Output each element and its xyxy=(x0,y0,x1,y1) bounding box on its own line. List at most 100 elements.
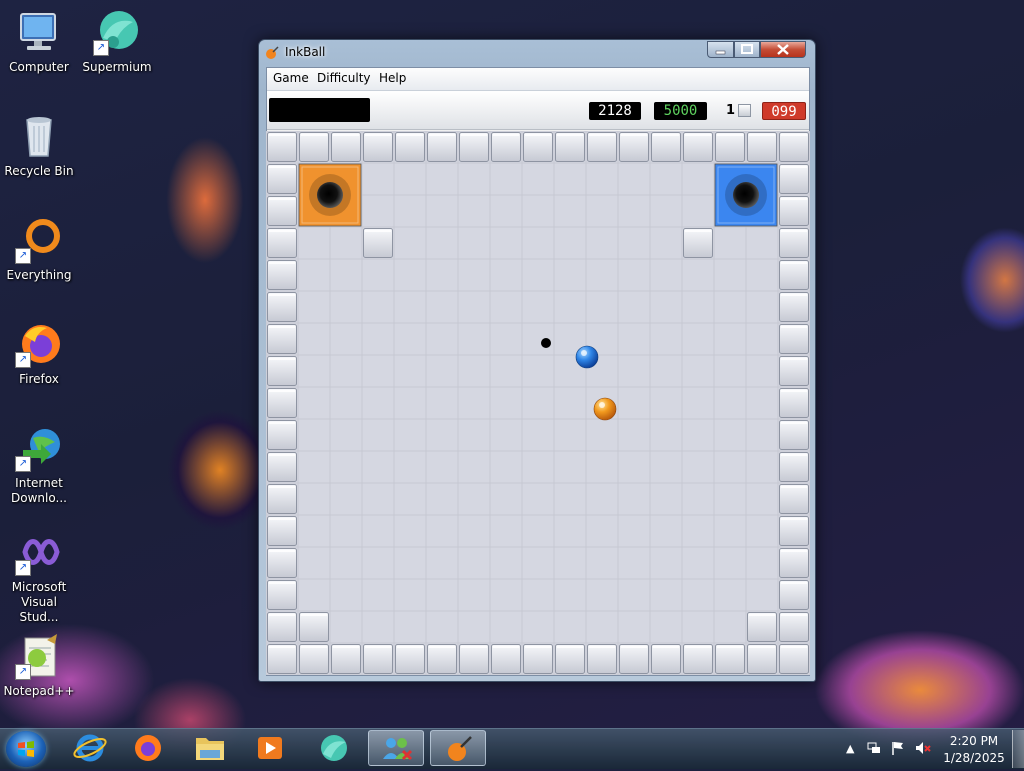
menu-game[interactable]: Game xyxy=(273,71,309,85)
wall-tile xyxy=(651,644,681,674)
wall-tile xyxy=(683,228,713,258)
wall-tile xyxy=(267,388,297,418)
inkball-window: InkBall Game Difficulty Help 2128 5000 1… xyxy=(258,39,816,682)
wall-tile xyxy=(459,132,489,162)
wall-tile xyxy=(267,516,297,546)
wall-tile xyxy=(363,644,393,674)
supermium-icon xyxy=(321,735,347,761)
shortcut-arrow-icon: ↗ xyxy=(93,40,109,56)
board-canvas[interactable] xyxy=(266,131,810,675)
shortcut-arrow-icon: ↗ xyxy=(15,248,31,264)
wall-tile xyxy=(779,548,809,578)
desktop-icon-firefox[interactable]: ↗ Firefox xyxy=(0,320,78,387)
desktop-icon-computer[interactable]: Computer xyxy=(0,8,78,75)
menu-help[interactable]: Help xyxy=(379,71,406,85)
taskbar-windows-live-messenger[interactable] xyxy=(368,730,424,766)
time-remaining: 099 xyxy=(762,102,806,120)
blue-goal xyxy=(714,163,778,227)
orange-ball xyxy=(593,397,617,421)
level-tile-icon xyxy=(738,104,751,117)
wall-tile xyxy=(779,324,809,354)
wall-tile xyxy=(363,132,393,162)
desktop-icon-visual-studio[interactable]: ↗ Microsoft Visual Stud... xyxy=(0,528,78,625)
wall-tile xyxy=(587,132,617,162)
minimize-icon xyxy=(715,50,726,55)
wall-tile xyxy=(779,484,809,514)
taskbar-inkball[interactable] xyxy=(430,730,486,766)
wall-tile xyxy=(779,420,809,450)
wall-tile xyxy=(491,644,521,674)
window-title: InkBall xyxy=(285,45,326,59)
desktop-icon-internet-download-manager[interactable]: ↗ Internet Downlo... xyxy=(0,424,78,506)
close-button[interactable] xyxy=(760,41,806,58)
network-icon[interactable] xyxy=(866,740,882,756)
wall-tile xyxy=(267,484,297,514)
shortcut-arrow-icon: ↗ xyxy=(15,456,31,472)
goal-hole-icon xyxy=(733,182,759,208)
wall-tile xyxy=(779,228,809,258)
shortcut-arrow-icon: ↗ xyxy=(15,664,31,680)
score-panel: 2128 5000 1 099 xyxy=(267,91,809,130)
maximize-button[interactable] xyxy=(734,41,760,58)
visual-studio-icon: ↗ xyxy=(15,528,63,576)
wall-tile xyxy=(491,132,521,162)
desktop-icon-everything[interactable]: ↗ Everything xyxy=(0,216,78,283)
title-bar[interactable]: InkBall xyxy=(259,40,815,66)
shortcut-arrow-icon: ↗ xyxy=(15,560,31,576)
desktop-icon-label: Notepad++ xyxy=(3,684,75,698)
taskbar-media-player[interactable] xyxy=(242,730,298,766)
menu-difficulty[interactable]: Difficulty xyxy=(317,71,371,85)
taskbar-supermium[interactable] xyxy=(306,730,362,766)
wall-tile xyxy=(523,132,553,162)
wall-tile xyxy=(331,132,361,162)
wall-tile xyxy=(363,228,393,258)
system-clock[interactable]: 2:20 PM 1/28/2025 xyxy=(938,733,1010,767)
wall-tile xyxy=(267,580,297,610)
wall-tile xyxy=(427,644,457,674)
wall-tile xyxy=(779,644,809,674)
wall-tile xyxy=(747,612,777,642)
wall-tile xyxy=(779,260,809,290)
action-center-flag-icon[interactable] xyxy=(890,740,906,756)
desktop-icon-supermium[interactable]: ↗ Supermium xyxy=(78,8,156,75)
wall-tile xyxy=(267,548,297,578)
wall-tile xyxy=(299,132,329,162)
desktop-icon-label: Internet Downlo... xyxy=(11,476,67,505)
wall-tile xyxy=(267,612,297,642)
desktop-icon-label: Computer xyxy=(9,60,69,74)
computer-icon xyxy=(15,8,63,56)
desktop-icon-notepad-plus-plus[interactable]: ↗ Notepad++ xyxy=(0,632,78,699)
wall-tile xyxy=(555,644,585,674)
firefox-icon xyxy=(135,735,161,761)
wall-tile xyxy=(619,132,649,162)
recycle-bin-icon xyxy=(15,112,63,160)
wall-tile xyxy=(267,644,297,674)
wall-tile xyxy=(395,644,425,674)
target-score: 5000 xyxy=(654,102,707,120)
desktop-icon-label: Supermium xyxy=(82,60,152,74)
desktop-icon-label: Everything xyxy=(6,268,72,282)
show-hidden-icons-button[interactable]: ▲ xyxy=(846,742,854,755)
volume-muted-icon[interactable] xyxy=(914,740,932,756)
show-desktop-button[interactable] xyxy=(1012,730,1024,768)
wall-tile xyxy=(715,644,745,674)
wall-tile xyxy=(619,644,649,674)
taskbar-firefox[interactable] xyxy=(120,730,176,766)
close-icon xyxy=(777,44,789,55)
wall-tile xyxy=(395,132,425,162)
wall-tile xyxy=(779,164,809,194)
minimize-button[interactable] xyxy=(707,41,734,58)
wall-tile xyxy=(779,612,809,642)
wall-tile xyxy=(331,644,361,674)
wall-tile xyxy=(267,292,297,322)
game-board[interactable] xyxy=(266,131,810,675)
wall-tile xyxy=(779,580,809,610)
start-button[interactable] xyxy=(6,731,46,767)
wall-tile xyxy=(267,356,297,386)
wall-tile xyxy=(459,644,489,674)
wall-tile xyxy=(523,644,553,674)
taskbar-internet-explorer[interactable] xyxy=(62,730,118,766)
taskbar-file-explorer[interactable] xyxy=(182,730,238,766)
media-player-icon xyxy=(258,737,282,759)
desktop-icon-recycle-bin[interactable]: Recycle Bin xyxy=(0,112,78,179)
